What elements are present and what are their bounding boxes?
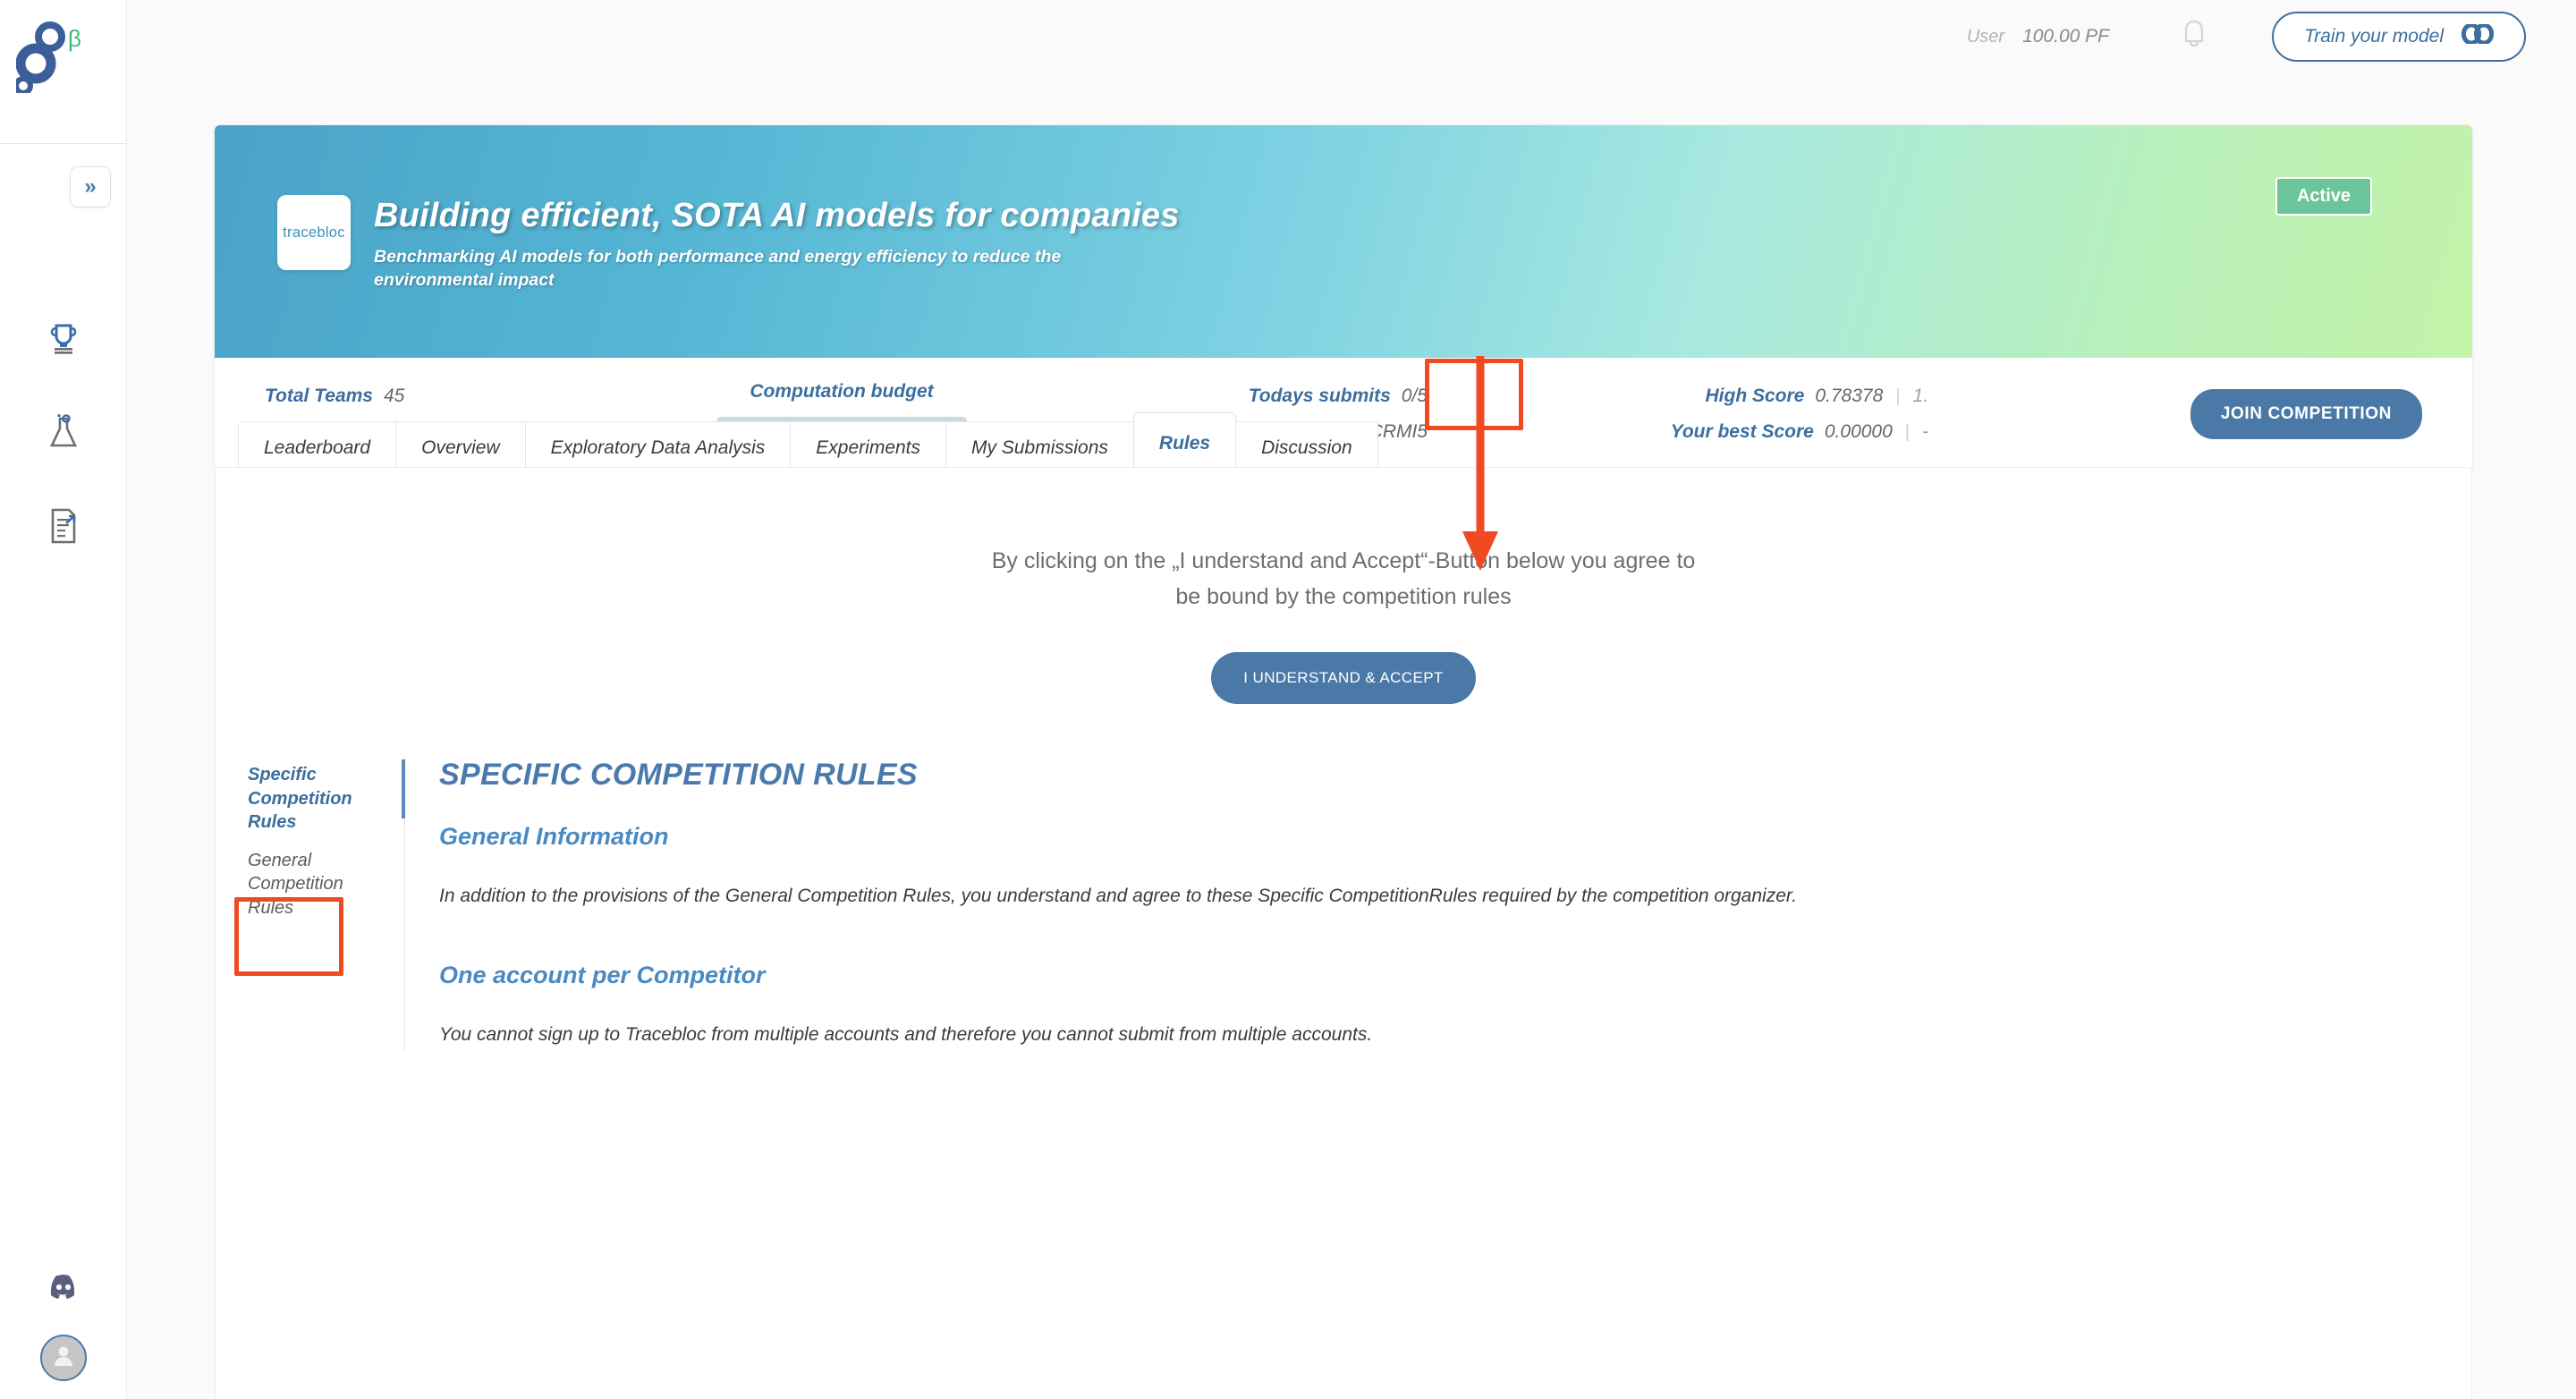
user-label: User xyxy=(1966,26,2005,47)
stat-rank: - xyxy=(1922,421,1928,442)
stat-label: High Score xyxy=(1705,386,1805,406)
app-root: β » User 100.00 PF Train your model trac… xyxy=(0,0,2576,1399)
rules-section-1-body: In addition to the provisions of the Gen… xyxy=(439,886,1797,906)
flask-icon xyxy=(47,413,80,456)
rules-side-nav: Specific Competition Rules General Compe… xyxy=(235,758,405,1051)
competition-logo: tracebloc xyxy=(277,195,351,270)
stat-your-best-score: Your best Score 0.00000 | - xyxy=(1671,421,1928,443)
stat-value: 45 xyxy=(383,386,405,406)
notification-bell-button[interactable] xyxy=(2179,18,2209,56)
notification-bell-icon xyxy=(2179,20,2209,55)
rail-bottom xyxy=(0,1242,127,1381)
tab-rules[interactable]: Rules xyxy=(1132,412,1237,475)
banner-text-block: Building efficient, SOTA AI models for c… xyxy=(374,197,1894,292)
stat-value: 0.00000 xyxy=(1824,421,1893,442)
stat-separator: | xyxy=(1895,386,1901,406)
google-colab-icon xyxy=(2461,22,2495,49)
stat-total-teams: Total Teams 45 xyxy=(265,386,649,407)
stat-label: Total Teams xyxy=(265,386,373,406)
i-understand-accept-button[interactable]: I UNDERSTAND & ACCEPT xyxy=(1211,652,1476,704)
svg-text:β: β xyxy=(68,25,81,52)
rules-section-2-body: You cannot sign up to Tracebloc from mul… xyxy=(439,1024,1373,1046)
sidebar-item-competitions[interactable] xyxy=(0,295,127,388)
stat-label: Your best Score xyxy=(1670,421,1814,442)
stat-todays-submits: Todays submits 0/5 xyxy=(1249,386,1428,407)
document-arrow-icon xyxy=(47,507,80,549)
user-avatar-icon xyxy=(50,1343,77,1374)
rules-nav-general[interactable]: General Competition Rules xyxy=(235,844,390,929)
user-credits: 100.00 PF xyxy=(2022,26,2109,47)
top-bar: User 100.00 PF Train your model xyxy=(127,0,2576,73)
competition-subtitle: Benchmarking AI models for both performa… xyxy=(374,247,1062,290)
competition-title: Building efficient, SOTA AI models for c… xyxy=(374,197,1180,234)
sidebar-collapse-toggle[interactable]: » xyxy=(70,166,111,208)
rules-panel: By clicking on the „I understand and Acc… xyxy=(215,467,2472,1399)
chevron-double-right-icon: » xyxy=(84,174,97,199)
rules-content-wrap: Specific Competition Rules General Compe… xyxy=(216,758,2471,1051)
rail-nav xyxy=(0,295,127,574)
stat-high-score: High Score 0.78378 | 1. xyxy=(1706,386,1929,407)
accept-line-1: By clicking on the „I understand and Acc… xyxy=(991,548,1696,573)
competition-logo-text: tracebloc xyxy=(283,224,345,241)
accept-instructions: By clicking on the „I understand and Acc… xyxy=(216,543,2471,615)
sidebar-item-experiments[interactable] xyxy=(0,388,127,481)
rules-section-1-heading: General Information xyxy=(439,823,669,850)
computation-budget-label: Computation budget xyxy=(750,381,934,402)
status-badge: Active xyxy=(2275,177,2372,216)
rules-section-2-heading: One account per Competitor xyxy=(439,962,766,989)
train-your-model-button[interactable]: Train your model xyxy=(2271,12,2526,62)
stats-column-scores: High Score 0.78378 | 1. Your best Score … xyxy=(1428,386,1928,443)
left-rail: β xyxy=(0,0,127,1399)
trophy-icon xyxy=(47,322,80,362)
stats-column-action: JOIN COMPETITION xyxy=(1928,389,2422,439)
rail-divider xyxy=(0,143,127,144)
join-competition-button[interactable]: JOIN COMPETITION xyxy=(2190,389,2422,439)
train-button-label: Train your model xyxy=(2303,26,2444,47)
stat-label: Todays submits xyxy=(1248,386,1391,406)
accept-line-2: be bound by the competition rules xyxy=(1175,584,1512,609)
stat-value: 0/5 xyxy=(1401,386,1428,406)
stat-separator: | xyxy=(1904,422,1910,442)
sidebar-item-discord[interactable] xyxy=(0,1242,127,1335)
rules-nav-specific[interactable]: Specific Competition Rules xyxy=(235,758,405,844)
rules-heading: SPECIFIC COMPETITION RULES xyxy=(439,758,918,792)
sidebar-item-reports[interactable] xyxy=(0,481,127,574)
discord-icon xyxy=(46,1272,81,1305)
avatar[interactable] xyxy=(40,1335,87,1381)
stat-value: 0.78378 xyxy=(1815,386,1884,406)
page-content: tracebloc Building efficient, SOTA AI mo… xyxy=(127,73,2576,1399)
brand-logo[interactable]: β xyxy=(13,21,114,96)
stat-rank: 1. xyxy=(1912,386,1928,406)
rules-body: SPECIFIC COMPETITION RULES General Infor… xyxy=(405,758,2471,1050)
competition-banner: tracebloc Building efficient, SOTA AI mo… xyxy=(215,125,2472,358)
